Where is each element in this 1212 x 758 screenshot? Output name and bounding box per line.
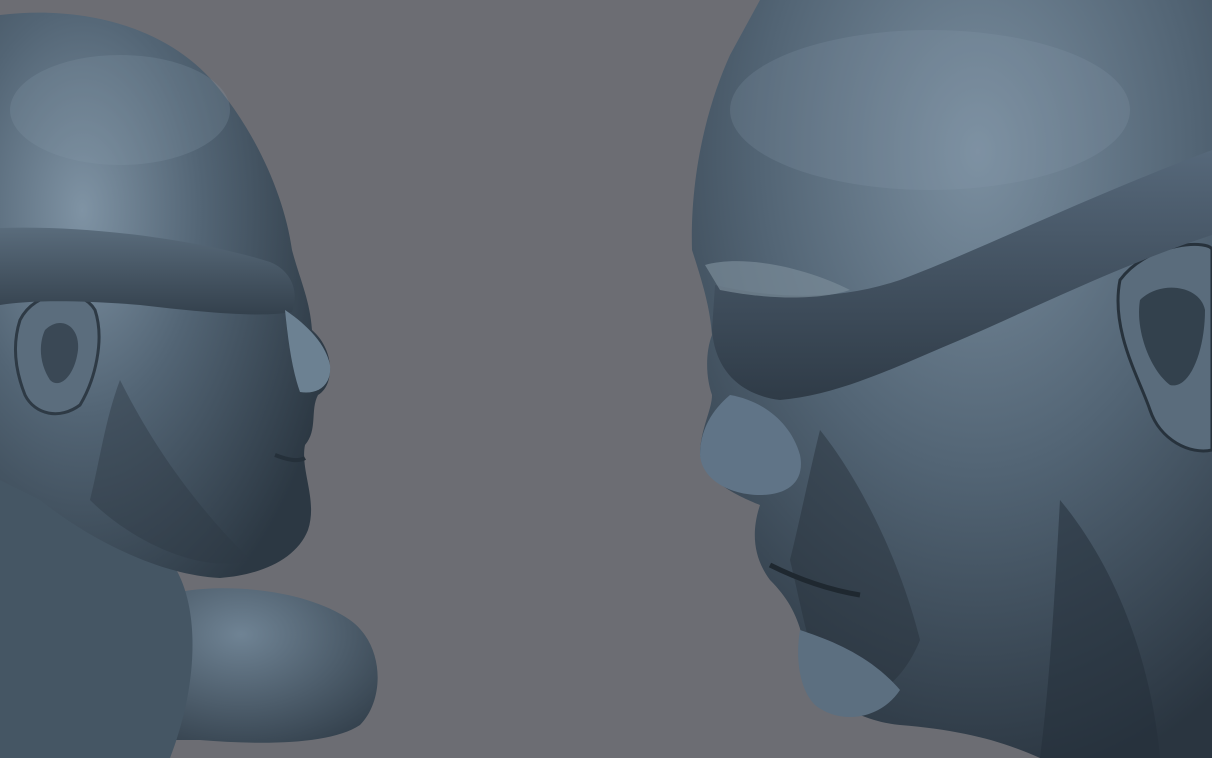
left-skull-highlight bbox=[10, 55, 230, 165]
sculpt-viewport[interactable] bbox=[0, 0, 1212, 758]
right-skull-highlight bbox=[730, 30, 1130, 190]
viewport-canvas[interactable] bbox=[0, 0, 1212, 758]
